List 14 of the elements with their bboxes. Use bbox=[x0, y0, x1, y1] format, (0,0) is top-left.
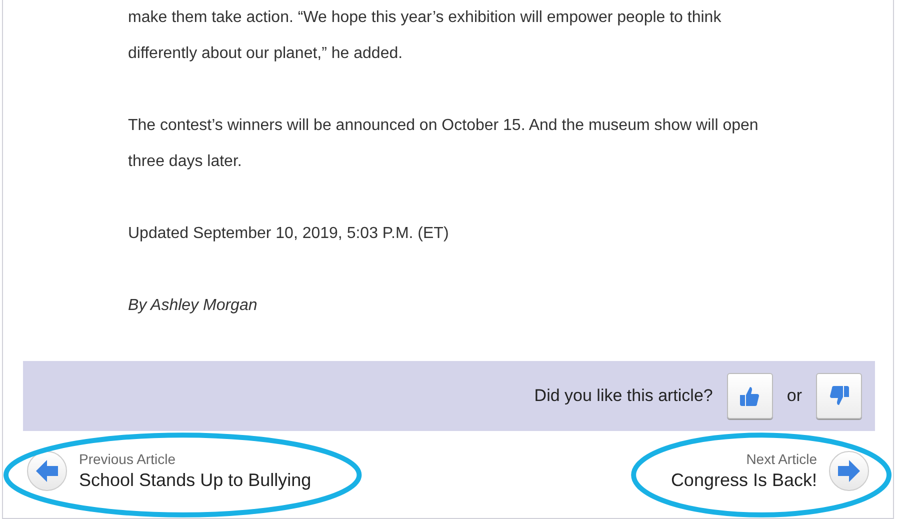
article-paragraph: make them take action. “We hope this year’s exhibition will empower people to think differently about our planet,” he added. bbox=[128, 8, 722, 64]
previous-article-link[interactable]: Previous Article School Stands Up to Bullying bbox=[27, 450, 312, 492]
article-paragraph: The contest’s winners will be announced on October 15. And the museum show will open three days later. bbox=[128, 116, 760, 172]
dislike-button[interactable] bbox=[816, 373, 862, 419]
left-arrow-icon bbox=[35, 460, 59, 482]
right-arrow-icon bbox=[837, 460, 861, 482]
byline: By Ashley Morgan bbox=[128, 296, 258, 316]
article-paragraph: Updated September 10, 2019, 5:03 P.M. (ET) bbox=[128, 224, 450, 244]
thumbs-up-icon bbox=[738, 384, 762, 408]
like-button[interactable] bbox=[726, 373, 773, 419]
next-article-link[interactable]: Next Article Congress Is Back! bbox=[670, 450, 869, 492]
feedback-question: Did you like this article? bbox=[534, 386, 713, 406]
separator-text: or bbox=[786, 386, 802, 406]
thumbs-down-icon bbox=[827, 384, 851, 408]
